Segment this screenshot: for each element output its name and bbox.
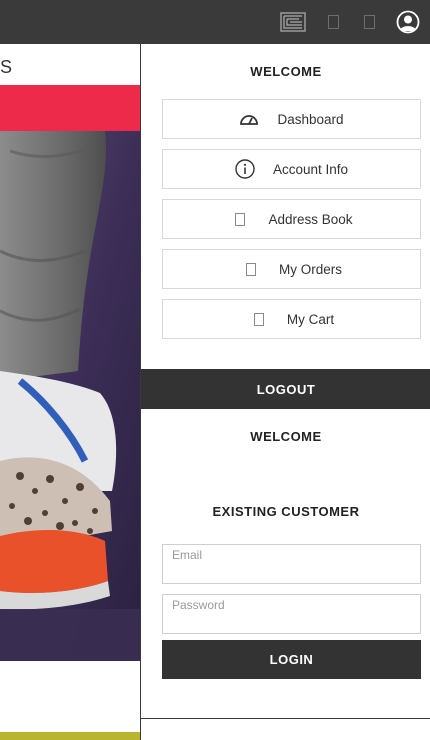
login-welcome-heading: WELCOME [250,429,322,444]
panel-divider [141,718,430,719]
password-field[interactable] [162,594,421,634]
email-field[interactable] [162,544,421,584]
cart-icon [249,309,269,329]
info-icon [235,159,255,179]
background-page: S [0,44,140,740]
welcome-heading: WELCOME [250,64,322,79]
menu-item-dashboard[interactable]: Dashboard [162,99,421,139]
square-icon[interactable] [326,0,340,44]
menu-item-label: My Cart [286,311,335,327]
address-book-icon [230,209,250,229]
dashboard-gauge-icon [239,109,259,129]
bottom-image-strip [0,732,140,740]
menu-item-label: Address Book [268,211,353,227]
menu-item-address-book[interactable]: Address Book [162,199,421,239]
top-bar [0,0,430,44]
menu-item-account-info[interactable]: Account Info [162,149,421,189]
background-nav-text: S [0,57,14,77]
promo-banner [0,85,140,131]
hero-image [0,131,140,661]
brand-logo-icon[interactable] [279,0,307,44]
menu-item-my-cart[interactable]: My Cart [162,299,421,339]
login-button[interactable]: LOGIN [162,640,421,679]
orders-icon [241,259,261,279]
logout-button[interactable]: LOGOUT [141,369,430,409]
menu-item-label: Account Info [272,161,349,177]
existing-customer-title: EXISTING CUSTOMER [212,504,360,519]
menu-item-label: My Orders [278,261,342,277]
square-icon[interactable] [362,0,376,44]
account-side-panel: WELCOME Dashboard Account Info Address B… [140,44,430,740]
menu-item-my-orders[interactable]: My Orders [162,249,421,289]
menu-item-label: Dashboard [277,111,344,127]
user-account-icon[interactable] [395,0,421,44]
app-root: S WELCOME Dashboard Account Info Address… [0,0,430,740]
